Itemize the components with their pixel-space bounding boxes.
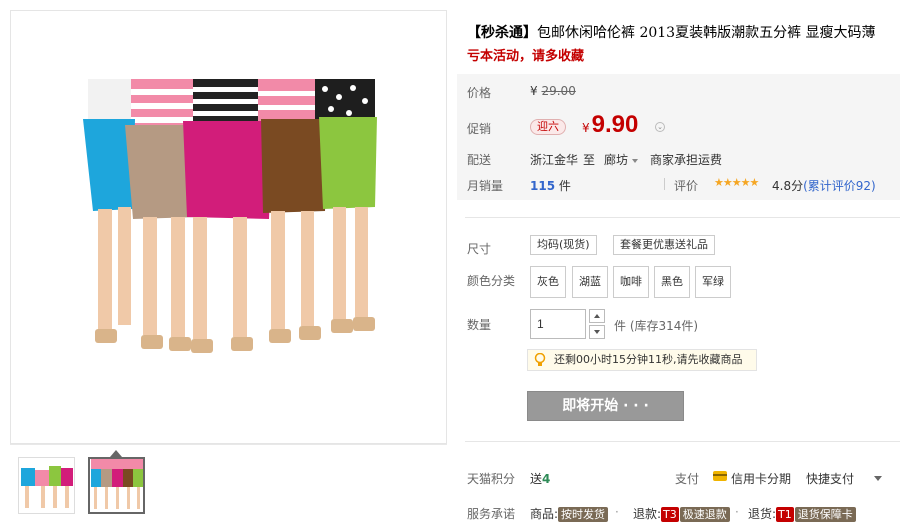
lightbulb-icon [534,353,546,366]
color-option-gray[interactable]: 灰色 [530,266,566,298]
color-option-coffee[interactable]: 咖啡 [613,266,649,298]
review-count-link: (累计评价92) [803,179,876,193]
credit-installment-link[interactable]: 信用卡分期 [731,470,791,487]
countdown-notice: 还剩00小时15分钟11秒,请先收藏商品 [527,349,757,371]
expand-caret-icon[interactable] [874,476,882,481]
quick-pay-link[interactable]: 快捷支付 [806,470,854,487]
monthly-sales: 115 件 [530,179,571,193]
shorts-photo-illustration [83,79,377,353]
color-option-army-green[interactable]: 军绿 [695,266,731,298]
thumbnail-1[interactable] [18,457,75,514]
promo-label: 促销 [467,122,492,136]
ship-from: 浙江金华 [530,153,579,167]
credit-card-icon [713,471,727,481]
product-subtitle: 亏本活动，请多收藏 [467,49,585,64]
dot-separator: · [735,505,739,519]
promo-price-value: 9.90 [591,111,639,138]
color-option-lake-blue[interactable]: 湖蓝 [572,266,608,298]
promo-price: ¥9.90 [582,111,639,138]
chevron-down-icon[interactable]: ⌄ [655,122,665,132]
dropdown-arrow-icon [632,158,639,163]
dot-separator: · [615,505,619,519]
service-goods: 商品: 按时发货 [530,505,609,522]
color-option-black[interactable]: 黑色 [654,266,690,298]
rating-stars-icon: ★★★★★ [714,176,759,189]
main-product-image[interactable] [83,79,378,376]
quantity-label: 数量 [467,318,492,332]
thumbnail-2[interactable] [88,457,145,514]
payment-label: 支付 [675,472,700,486]
section-divider-2 [465,441,900,442]
title-tag: 【秒杀通】 [467,25,537,41]
price-label: 价格 [467,86,492,100]
service-label: 服务承诺 [467,507,516,521]
ship-to-word: 至 [583,153,596,167]
service-badge-return-card[interactable]: 退货保障卡 [794,507,856,522]
ship-to-dropdown[interactable]: 廊坊 [604,151,639,168]
divider-vertical [664,178,665,190]
service-badge-fast-refund[interactable]: 极速退款 [679,507,730,522]
buy-soon-button[interactable]: 即将开始 · · · [527,391,684,421]
countdown-text: 还剩00小时15分钟11秒,请先收藏商品 [554,353,743,366]
shipping-label: 配送 [467,153,492,167]
promo-tag: 迎六 [530,119,566,135]
quantity-increase-button[interactable] [589,309,605,323]
tmall-points: 送4 [530,472,551,486]
rating-label: 评价 [674,179,699,193]
size-option-1[interactable]: 套餐更优惠送礼品 [613,235,715,255]
monthly-sales-label: 月销量 [467,179,504,193]
service-return: 退货: T1 退货保障卡 [748,505,856,522]
thumbnail-selected-indicator [110,450,122,457]
color-label: 颜色分类 [467,274,516,288]
size-label: 尺寸 [467,242,492,256]
tmall-points-label: 天猫积分 [467,472,516,486]
original-price-value: 29.00 [541,84,576,98]
product-gallery [10,10,447,444]
service-badge-on-time[interactable]: 按时发货 [558,507,609,522]
size-option-0[interactable]: 均码(现货) [530,235,597,255]
shipping-fee: 商家承担运费 [650,153,723,167]
product-title: 【秒杀通】包邮休闲哈伦裤 2013夏装韩版潮款五分裤 显瘦大码薄 [467,22,897,42]
original-price: ¥ 29.00 [530,84,576,98]
rating-score[interactable]: 4.8分(累计评价92) [772,177,876,194]
quantity-decrease-button[interactable] [589,325,605,339]
section-divider [465,217,900,218]
quantity-input[interactable] [530,309,586,339]
service-refund: 退款: T3 极速退款 [633,505,730,522]
thumbnail-strip [10,444,447,522]
arrow-down-icon [594,330,600,334]
quantity-stock: 件 (库存314件) [614,319,699,333]
title-text: 包邮休闲哈伦裤 2013夏装韩版潮款五分裤 显瘦大码薄 [537,25,876,41]
arrow-up-icon [594,314,600,318]
